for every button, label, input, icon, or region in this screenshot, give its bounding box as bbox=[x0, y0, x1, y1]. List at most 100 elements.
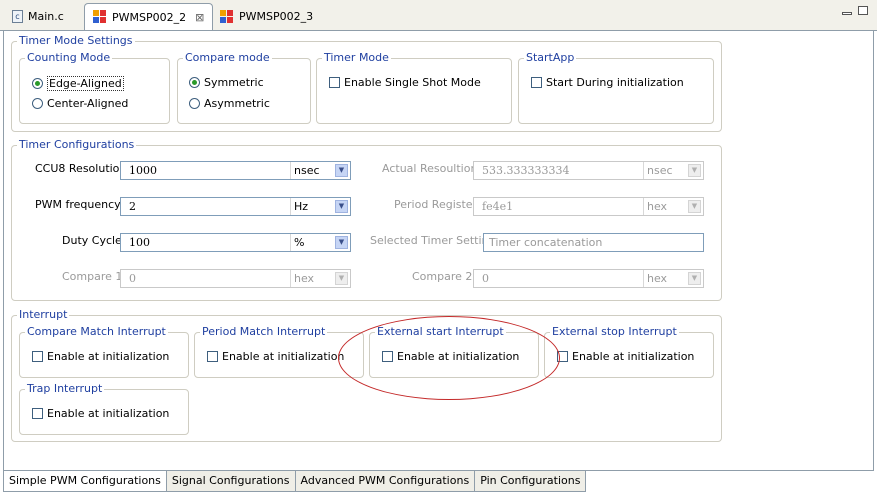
group-title: Trap Interrupt bbox=[27, 382, 103, 395]
chevron-down-icon[interactable]: ▼ bbox=[335, 236, 348, 249]
field-value[interactable]: 2 bbox=[121, 198, 291, 215]
period-register-label: Period Register bbox=[394, 198, 478, 211]
chevron-down-icon: ▼ bbox=[335, 272, 348, 285]
field-value: fe4e1 bbox=[474, 198, 644, 215]
tab-pwmsp002-3[interactable]: PWMSP002_3 bbox=[212, 4, 321, 29]
chevron-down-icon[interactable]: ▼ bbox=[335, 200, 348, 213]
unit-value: % bbox=[294, 236, 305, 249]
tab-label: PWMSP002_3 bbox=[239, 10, 314, 23]
checkbox-icon bbox=[32, 351, 43, 362]
app-icon bbox=[93, 10, 107, 24]
trap-enable-checkbox[interactable]: Enable at initialization bbox=[32, 407, 169, 420]
selected-timer-setting-field: Timer concatenation bbox=[483, 233, 704, 252]
checkbox-label: Enable at initialization bbox=[572, 350, 695, 363]
c-file-icon: c bbox=[12, 10, 23, 23]
maximize-icon[interactable] bbox=[858, 6, 868, 15]
tab-signal-configurations[interactable]: Signal Configurations bbox=[166, 471, 296, 492]
tab-label: PWMSP002_2 bbox=[112, 10, 187, 24]
unit-value: nsec bbox=[647, 164, 673, 177]
duty-cycle-label: Duty Cycle bbox=[62, 234, 122, 247]
group-title: Timer Mode Settings bbox=[19, 34, 133, 47]
radio-label: Symmetric bbox=[204, 76, 264, 89]
radio-center-aligned[interactable]: Center-Aligned bbox=[32, 97, 128, 110]
field-value[interactable]: 100 bbox=[121, 234, 291, 251]
unit-select[interactable]: % ▼ bbox=[291, 234, 350, 251]
red-ellipse-annotation bbox=[338, 316, 560, 400]
compare-2-label: Compare 2 bbox=[412, 270, 473, 283]
checkbox-label: Enable Single Shot Mode bbox=[344, 76, 481, 89]
chevron-down-icon: ▼ bbox=[688, 200, 701, 213]
unit-select: hex ▼ bbox=[291, 270, 350, 287]
field-value[interactable]: 1000 bbox=[121, 162, 291, 179]
selected-timer-setting-label: Selected Timer Setting bbox=[370, 234, 496, 247]
unit-value: nsec bbox=[294, 164, 320, 177]
unit-value: Hz bbox=[294, 200, 309, 213]
group-title: Compare Match Interrupt bbox=[27, 325, 166, 338]
group-title: Compare mode bbox=[185, 51, 270, 64]
compare-match-enable-checkbox[interactable]: Enable at initialization bbox=[32, 350, 169, 363]
ccu8-resolution-field[interactable]: 1000 nsec ▼ bbox=[120, 161, 351, 180]
group-title: External stop Interrupt bbox=[552, 325, 677, 338]
tab-pin-configurations[interactable]: Pin Configurations bbox=[475, 471, 587, 492]
pwm-frequency-field[interactable]: 2 Hz ▼ bbox=[120, 197, 351, 216]
unit-select: hex ▼ bbox=[644, 198, 703, 215]
unit-select: nsec ▼ bbox=[644, 162, 703, 179]
unit-value: hex bbox=[647, 200, 668, 213]
compare-1-field: 0 hex ▼ bbox=[120, 269, 351, 288]
unit-select: hex ▼ bbox=[644, 270, 703, 287]
chevron-down-icon[interactable]: ▼ bbox=[335, 164, 348, 177]
editor-tab-bar: c Main.c PWMSP002_2 ⊠ PWMSP002_3 bbox=[0, 0, 877, 31]
checkbox-icon bbox=[531, 77, 542, 88]
group-title: Interrupt bbox=[19, 308, 68, 321]
tab-pwmsp002-2[interactable]: PWMSP002_2 ⊠ bbox=[84, 3, 214, 30]
close-icon[interactable]: ⊠ bbox=[195, 11, 204, 24]
checkbox-icon bbox=[207, 351, 218, 362]
radio-edge-aligned[interactable]: Edge-Aligned bbox=[32, 76, 124, 91]
minimize-icon[interactable] bbox=[842, 12, 852, 15]
unit-select[interactable]: nsec ▼ bbox=[291, 162, 350, 179]
unit-value: hex bbox=[294, 272, 315, 285]
tab-main-c[interactable]: c Main.c bbox=[4, 4, 72, 29]
radio-selected-icon bbox=[32, 78, 43, 89]
pwm-frequency-label: PWM frequency bbox=[35, 198, 121, 211]
chevron-down-icon: ▼ bbox=[688, 272, 701, 285]
radio-label: Edge-Aligned bbox=[47, 76, 124, 91]
unit-select[interactable]: Hz ▼ bbox=[291, 198, 350, 215]
chevron-down-icon: ▼ bbox=[688, 164, 701, 177]
radio-asymmetric[interactable]: Asymmetric bbox=[189, 97, 270, 110]
group-title: Timer Mode bbox=[324, 51, 389, 64]
checkbox-icon bbox=[329, 77, 340, 88]
period-match-enable-checkbox[interactable]: Enable at initialization bbox=[207, 350, 344, 363]
actual-resolution-field: 533.333333334 nsec ▼ bbox=[473, 161, 704, 180]
single-shot-checkbox[interactable]: Enable Single Shot Mode bbox=[329, 76, 481, 89]
checkbox-label: Enable at initialization bbox=[222, 350, 345, 363]
ccu8-resolution-label: CCU8 Resolution bbox=[35, 162, 127, 175]
group-title: Counting Mode bbox=[27, 51, 111, 64]
tab-simple-pwm-configurations[interactable]: Simple PWM Configurations bbox=[3, 471, 167, 492]
radio-icon bbox=[32, 98, 43, 109]
tab-advanced-pwm-configurations[interactable]: Advanced PWM Configurations bbox=[295, 471, 476, 492]
tab-label: Main.c bbox=[28, 10, 64, 23]
compare-1-label: Compare 1 bbox=[62, 270, 123, 283]
actual-resolution-label: Actual Resoultion bbox=[382, 162, 478, 175]
checkbox-icon bbox=[32, 408, 43, 419]
radio-selected-icon bbox=[189, 77, 200, 88]
radio-icon bbox=[189, 98, 200, 109]
radio-label: Center-Aligned bbox=[47, 97, 129, 110]
duty-cycle-field[interactable]: 100 % ▼ bbox=[120, 233, 351, 252]
page-tab-bar: Simple PWM Configurations Signal Configu… bbox=[3, 471, 587, 492]
app-icon bbox=[220, 9, 234, 24]
checkbox-label: Start During initialization bbox=[546, 76, 684, 89]
field-value: 0 bbox=[121, 270, 291, 287]
radio-symmetric[interactable]: Symmetric bbox=[189, 76, 264, 89]
checkbox-label: Enable at initialization bbox=[47, 407, 170, 420]
external-stop-enable-checkbox[interactable]: Enable at initialization bbox=[557, 350, 694, 363]
radio-label: Asymmetric bbox=[204, 97, 270, 110]
group-title: StartApp bbox=[526, 51, 575, 64]
checkbox-label: Enable at initialization bbox=[47, 350, 170, 363]
compare-2-field: 0 hex ▼ bbox=[473, 269, 704, 288]
field-value: 0 bbox=[474, 270, 644, 287]
field-value: 533.333333334 bbox=[474, 162, 644, 179]
unit-value: hex bbox=[647, 272, 668, 285]
start-during-init-checkbox[interactable]: Start During initialization bbox=[531, 76, 684, 89]
